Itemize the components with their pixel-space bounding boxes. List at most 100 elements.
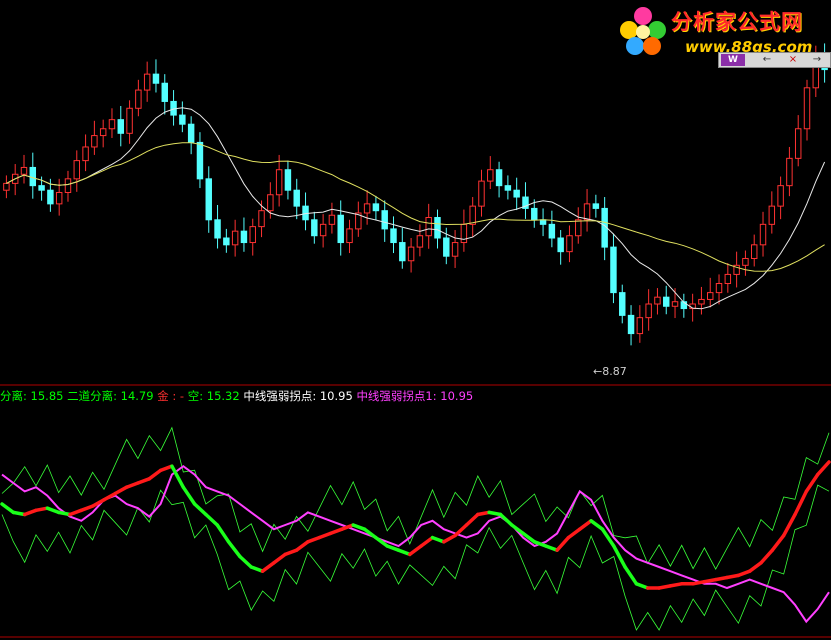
- trend-segment: [283, 548, 299, 557]
- trend-segment: [408, 544, 423, 557]
- candle-body: [434, 217, 441, 239]
- candle-body: [143, 73, 151, 91]
- candle-body: [443, 237, 450, 257]
- candle-body: [91, 135, 98, 148]
- trend-segment: [781, 512, 797, 538]
- candle-body: [381, 210, 388, 230]
- legend-separator: : -: [172, 389, 188, 403]
- trend-segment: [600, 527, 616, 548]
- candle-body: [724, 273, 732, 285]
- candle-body: [249, 226, 256, 244]
- trend-segment: [804, 472, 820, 494]
- toolbar-close-button[interactable]: ×: [785, 54, 801, 66]
- trend-segment: [136, 477, 152, 485]
- candle-body: [671, 301, 679, 307]
- trend-segment: [215, 523, 231, 544]
- candle-body: [469, 205, 476, 225]
- candle-body: [311, 219, 318, 237]
- candle-body: [645, 303, 652, 319]
- legend-item-separation: 分离: 15.85: [0, 389, 64, 403]
- candle-body: [610, 246, 617, 294]
- candle-body: [768, 205, 776, 225]
- candle-body: [152, 73, 160, 84]
- candle-body: [495, 169, 503, 187]
- band-upper-line: [1, 426, 830, 570]
- candle-body: [627, 314, 635, 335]
- candle-body: [275, 169, 283, 196]
- trend-segment: [419, 535, 435, 548]
- candle-body: [346, 228, 353, 244]
- candle-body: [566, 235, 573, 253]
- trend-segment: [759, 548, 775, 565]
- trend-segment: [113, 485, 129, 496]
- oscillator-layer: [0, 426, 831, 631]
- trend-segment: [770, 533, 786, 552]
- candle-body: [425, 217, 432, 237]
- trend-segment: [453, 523, 469, 538]
- candle-body: [214, 219, 221, 239]
- candle-body: [223, 237, 230, 246]
- candle-body: [416, 235, 424, 248]
- band-lower-line: [1, 484, 830, 631]
- trend-segment: [294, 540, 310, 552]
- candle-body: [750, 244, 758, 259]
- candle-body: [504, 185, 512, 191]
- candle-body: [38, 185, 45, 191]
- trend-segment: [815, 460, 831, 477]
- candle-body: [99, 128, 107, 137]
- trend-segment: [181, 485, 197, 506]
- candle-body: [557, 237, 564, 253]
- trend-segment: [147, 468, 163, 481]
- candle-body: [187, 123, 195, 143]
- candle-body: [531, 207, 538, 221]
- legend-item-gold: 金: [157, 389, 169, 403]
- trend-segment: [464, 512, 480, 527]
- candle-body: [64, 178, 72, 193]
- trend-segment: [396, 548, 412, 557]
- watermark-title: 分析家公式网: [671, 10, 803, 34]
- candle-body: [196, 141, 204, 180]
- ma-long-line: [6, 142, 825, 272]
- trend-segment: [306, 535, 321, 544]
- candle-body: [786, 157, 793, 187]
- candle-body: [179, 114, 186, 125]
- candle-body: [513, 189, 520, 198]
- trend-segment: [328, 527, 344, 536]
- trend-segment: [736, 569, 752, 578]
- candle-body: [284, 169, 292, 191]
- chart-canvas: [0, 43, 831, 638]
- trend-segment: [226, 540, 242, 559]
- toolbar-back-button[interactable]: ←: [759, 54, 775, 66]
- candle-body: [240, 230, 248, 244]
- trend-segment: [158, 464, 174, 473]
- candlestick-layer: [3, 43, 828, 346]
- candle-body: [20, 166, 28, 175]
- candle-body: [328, 214, 336, 225]
- trend-segment: [430, 535, 446, 544]
- candle-body: [487, 169, 494, 182]
- toolbar-logo-icon[interactable]: W: [721, 54, 745, 66]
- candle-body: [592, 203, 600, 209]
- candle-body: [293, 189, 300, 207]
- trend-segment: [45, 506, 61, 515]
- candle-body: [363, 203, 371, 214]
- candle-body: [663, 296, 670, 307]
- trend-segment: [79, 504, 95, 513]
- candle-body: [55, 191, 63, 205]
- candle-body: [794, 128, 802, 159]
- candle-body: [205, 178, 212, 221]
- trend-segment: [578, 519, 593, 531]
- candle-body: [777, 185, 784, 207]
- candle-body: [399, 242, 406, 262]
- candle-body: [267, 194, 274, 212]
- candle-body: [82, 146, 89, 162]
- trend-segment: [0, 502, 16, 515]
- trend-segment: [385, 544, 401, 552]
- trend-segment: [192, 502, 208, 517]
- candle-body: [372, 203, 380, 212]
- candle-body: [451, 242, 459, 257]
- candle-body: [231, 230, 239, 246]
- candle-body: [258, 210, 265, 228]
- toolbar-forward-button[interactable]: →: [809, 54, 825, 66]
- trend-segment: [498, 512, 514, 527]
